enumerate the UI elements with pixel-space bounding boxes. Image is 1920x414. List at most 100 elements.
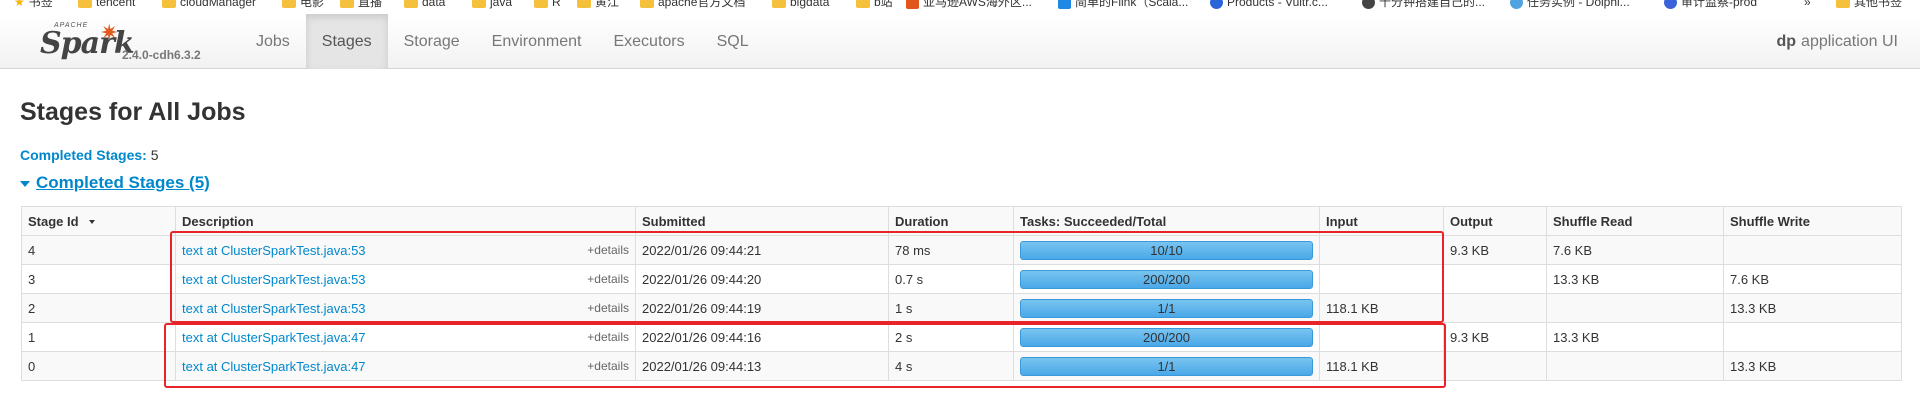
cell-input <box>1319 235 1444 265</box>
completed-stages-toggle[interactable]: Completed Stages (5) <box>20 173 210 193</box>
stage-description-link[interactable]: text at ClusterSparkTest.java:53 <box>182 272 366 287</box>
progress-label: 200/200 <box>1143 329 1190 345</box>
cell-shuffle-read <box>1546 351 1724 381</box>
header-shuffle-read[interactable]: Shuffle Read <box>1546 206 1724 236</box>
completed-stages-link[interactable]: Completed Stages: <box>20 147 147 163</box>
cell-stage-id: 0 <box>21 351 176 381</box>
tab-sql[interactable]: SQL <box>701 14 765 69</box>
folder-icon <box>78 0 92 8</box>
bookmark-item[interactable]: bigdata <box>772 0 829 9</box>
bookmark-item[interactable]: 亚马逊AWS海外区... <box>906 0 1032 9</box>
header-description[interactable]: Description <box>175 206 636 236</box>
cell-stage-id: 2 <box>21 293 176 323</box>
cell-input <box>1319 322 1444 352</box>
github-icon <box>1362 0 1375 9</box>
stages-table: Stage Id Description Submitted Duration … <box>21 206 1902 381</box>
cell-output <box>1443 264 1547 294</box>
star-icon: ★ <box>14 0 25 9</box>
cell-shuffle-write <box>1723 235 1902 265</box>
cell-output <box>1443 351 1547 381</box>
cell-submitted: 2022/01/26 09:44:21 <box>635 235 889 265</box>
cell-submitted: 2022/01/26 09:44:19 <box>635 293 889 323</box>
bookmark-item[interactable]: 任务实例 - Dolphi... <box>1510 0 1630 9</box>
header-submitted[interactable]: Submitted <box>635 206 889 236</box>
bookmarks-overflow[interactable]: » <box>1804 0 1811 9</box>
progress-label: 1/1 <box>1157 358 1176 374</box>
bookmark-item[interactable]: 电影 <box>282 0 324 9</box>
details-toggle[interactable]: +details <box>587 330 629 344</box>
task-progress-bar: 200/200 <box>1020 327 1313 347</box>
cell-duration: 2 s <box>888 322 1014 352</box>
vultr-icon <box>1210 0 1223 9</box>
header-input[interactable]: Input <box>1319 206 1444 236</box>
cell-submitted: 2022/01/26 09:44:13 <box>635 351 889 381</box>
cell-shuffle-read: 13.3 KB <box>1546 322 1724 352</box>
stage-description-link[interactable]: text at ClusterSparkTest.java:47 <box>182 359 366 374</box>
header-stage-id[interactable]: Stage Id <box>21 206 176 236</box>
cell-tasks: 10/10 <box>1013 235 1320 265</box>
section-title: Completed Stages (5) <box>36 173 210 192</box>
cell-shuffle-write: 13.3 KB <box>1723 351 1902 381</box>
bookmark-item[interactable]: 其他书签 <box>1836 0 1902 9</box>
caret-down-icon <box>20 181 30 187</box>
bookmark-item[interactable]: apache官方文档 <box>640 0 745 9</box>
folder-icon <box>534 0 548 8</box>
header-shuffle-write[interactable]: Shuffle Write <box>1723 206 1902 236</box>
cell-shuffle-read: 7.6 KB <box>1546 235 1724 265</box>
stage-description-link[interactable]: text at ClusterSparkTest.java:53 <box>182 301 366 316</box>
details-toggle[interactable]: +details <box>587 359 629 373</box>
cell-submitted: 2022/01/26 09:44:16 <box>635 322 889 352</box>
bookmark-item[interactable]: tencent <box>78 0 135 9</box>
tab-executors[interactable]: Executors <box>597 14 700 69</box>
progress-label: 10/10 <box>1150 242 1183 258</box>
tab-storage[interactable]: Storage <box>388 14 476 69</box>
tab-stages[interactable]: Stages <box>305 14 388 69</box>
bookmark-item[interactable]: data <box>404 0 445 9</box>
task-progress-bar: 1/1 <box>1020 356 1313 376</box>
header-output[interactable]: Output <box>1443 206 1547 236</box>
aws-icon <box>906 0 919 9</box>
bookmark-item[interactable]: ★ 书签 <box>14 0 53 9</box>
brand-spark: Spark <box>40 26 135 61</box>
cell-shuffle-read <box>1546 293 1724 323</box>
bookmark-item[interactable]: 十分钟搭建自己的... <box>1362 0 1485 9</box>
navbar: APACHE Spark ✷ 2.4.0-cdh6.3.2 Jobs Stage… <box>0 14 1920 69</box>
details-toggle[interactable]: +details <box>587 301 629 315</box>
details-toggle[interactable]: +details <box>587 272 629 286</box>
cell-stage-id: 1 <box>21 322 176 352</box>
bookmark-item[interactable]: 审计监察-prod <box>1664 0 1757 9</box>
bookmark-item[interactable]: b站 <box>856 0 893 9</box>
folder-icon <box>472 0 486 8</box>
bookmark-item[interactable]: Products - Vultr.c... <box>1210 0 1328 9</box>
tab-environment[interactable]: Environment <box>476 14 598 69</box>
tab-jobs[interactable]: Jobs <box>240 14 306 69</box>
folder-icon <box>404 0 418 8</box>
header-tasks[interactable]: Tasks: Succeeded/Total <box>1013 206 1320 236</box>
details-toggle[interactable]: +details <box>587 243 629 257</box>
table-row: 4 text at ClusterSparkTest.java:53 +detai… <box>21 235 1902 265</box>
table-row: 3 text at ClusterSparkTest.java:53 +detai… <box>21 264 1902 294</box>
bookmark-item[interactable]: cloudManager <box>162 0 256 9</box>
task-progress-bar: 10/10 <box>1020 240 1313 260</box>
spark-version: 2.4.0-cdh6.3.2 <box>122 48 201 62</box>
stage-description-link[interactable]: text at ClusterSparkTest.java:47 <box>182 330 366 345</box>
bookmark-item[interactable]: R <box>534 0 561 9</box>
bookmark-item[interactable]: 简单的Flink（Scala... <box>1058 0 1188 9</box>
bookmark-item[interactable]: 黄江 <box>577 0 619 9</box>
spark-logo[interactable]: APACHE Spark ✷ 2.4.0-cdh6.3.2 <box>40 18 220 66</box>
cell-shuffle-read: 13.3 KB <box>1546 264 1724 294</box>
cell-description: text at ClusterSparkTest.java:53 +details <box>175 235 636 265</box>
folder-icon <box>1836 0 1850 8</box>
header-duration[interactable]: Duration <box>888 206 1014 236</box>
stage-description-link[interactable]: text at ClusterSparkTest.java:53 <box>182 243 366 258</box>
completed-stages-count: 5 <box>150 147 159 163</box>
folder-icon <box>282 0 296 8</box>
cell-duration: 0.7 s <box>888 264 1014 294</box>
app-name-bold: dp <box>1776 32 1797 50</box>
cell-stage-id: 3 <box>21 264 176 294</box>
cell-description: text at ClusterSparkTest.java:53 +details <box>175 264 636 294</box>
bookmark-item[interactable]: java <box>472 0 512 9</box>
folder-icon <box>772 0 786 8</box>
cell-description: text at ClusterSparkTest.java:47 +details <box>175 322 636 352</box>
bookmark-item[interactable]: 直播 <box>340 0 382 9</box>
